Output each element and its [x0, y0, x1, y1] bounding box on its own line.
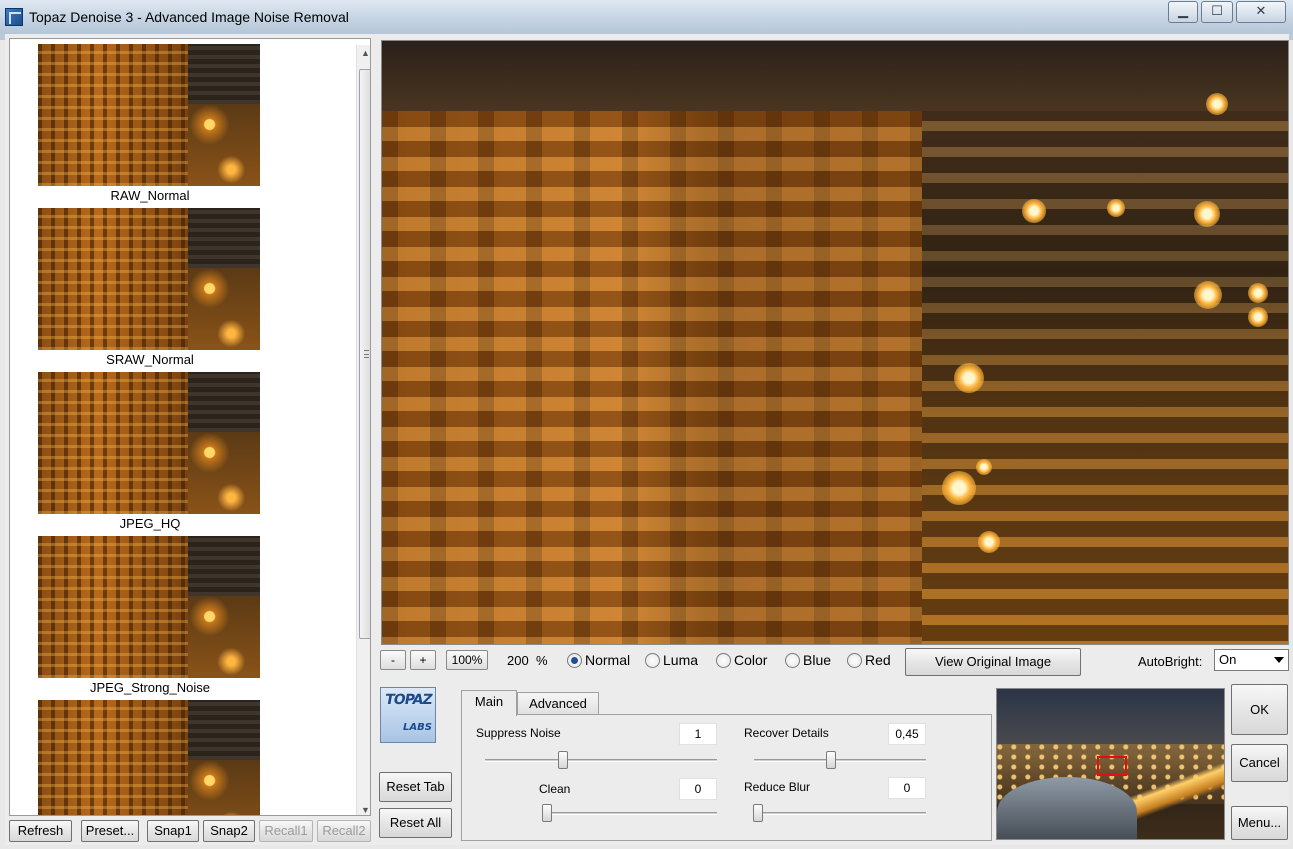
- preset-list: RAW_Normal SRAW_Normal JPEG_HQ JPEG_Stro…: [9, 38, 371, 816]
- zoom-out-button[interactable]: -: [380, 650, 406, 670]
- clean-slider[interactable]: [542, 804, 552, 822]
- logo-top-text: TOPAZ: [383, 692, 433, 708]
- zoom-value: 200: [507, 653, 529, 668]
- navigator-view-rectangle[interactable]: [1097, 756, 1127, 776]
- title-bar: Topaz Denoise 3 - Advanced Image Noise R…: [0, 0, 1293, 34]
- preset-label: JPEG_Strong_Noise: [90, 680, 210, 695]
- zoom-100-button[interactable]: 100%: [446, 650, 488, 670]
- maximize-icon[interactable]: ☐: [1201, 1, 1233, 23]
- preset-thumbnail[interactable]: [38, 372, 260, 514]
- clean-slider-track[interactable]: [542, 812, 717, 815]
- recall2-button[interactable]: Recall2: [317, 820, 371, 842]
- preset-item-sraw-normal[interactable]: SRAW_Normal: [38, 208, 262, 372]
- preset-label: SRAW_Normal: [106, 352, 194, 367]
- preset-label: RAW_Normal: [110, 188, 190, 203]
- preset-thumbnail[interactable]: [38, 208, 260, 350]
- suppress-noise-slider-track[interactable]: [485, 759, 717, 762]
- minimize-icon[interactable]: ▁: [1168, 1, 1198, 23]
- reduce-blur-slider[interactable]: [753, 804, 763, 822]
- zoom-unit: %: [535, 653, 548, 668]
- preset-item-partial[interactable]: [38, 700, 262, 815]
- mode-red-radio[interactable]: Red: [847, 652, 891, 668]
- preset-scrollbar[interactable]: ▲ ▼: [356, 45, 370, 815]
- scrollbar-thumb[interactable]: [359, 69, 370, 639]
- image-preview[interactable]: [381, 40, 1289, 645]
- topaz-labs-logo: TOPAZ LABS: [380, 687, 436, 743]
- snap1-button[interactable]: Snap1: [147, 820, 199, 842]
- suppress-noise-value[interactable]: 1: [679, 723, 717, 745]
- recover-details-label: Recover Details: [744, 726, 829, 740]
- tab-advanced[interactable]: Advanced: [517, 692, 599, 715]
- preset-button[interactable]: Preset...: [81, 820, 139, 842]
- chevron-down-icon: [1274, 657, 1284, 663]
- menu-button[interactable]: Menu...: [1231, 806, 1288, 840]
- refresh-button[interactable]: Refresh: [9, 820, 72, 842]
- navigator-thumbnail[interactable]: [996, 688, 1225, 840]
- recall1-button[interactable]: Recall1: [259, 820, 313, 842]
- close-icon[interactable]: ✕: [1236, 1, 1286, 23]
- app-window: Topaz Denoise 3 - Advanced Image Noise R…: [0, 0, 1293, 849]
- preset-item-jpeg-hq[interactable]: JPEG_HQ: [38, 372, 262, 536]
- client-area: RAW_Normal SRAW_Normal JPEG_HQ JPEG_Stro…: [5, 34, 1289, 845]
- recover-details-slider[interactable]: [826, 751, 836, 769]
- clean-label: Clean: [539, 782, 571, 796]
- mode-normal-radio[interactable]: Normal: [567, 652, 630, 668]
- ok-button[interactable]: OK: [1231, 684, 1288, 735]
- cancel-button[interactable]: Cancel: [1231, 744, 1288, 782]
- mode-luma-radio[interactable]: Luma: [645, 652, 698, 668]
- snap2-button[interactable]: Snap2: [203, 820, 255, 842]
- reset-tab-button[interactable]: Reset Tab: [379, 772, 452, 802]
- app-icon: [5, 8, 23, 26]
- recover-details-slider-track[interactable]: [754, 759, 926, 762]
- preset-item-raw-normal[interactable]: RAW_Normal: [38, 44, 262, 208]
- preset-label: JPEG_HQ: [119, 516, 181, 531]
- preset-thumbnail[interactable]: [38, 700, 260, 815]
- suppress-noise-label: Suppress Noise: [476, 726, 561, 740]
- tab-main[interactable]: Main: [461, 690, 517, 716]
- autobright-value: On: [1219, 652, 1237, 667]
- autobright-label: AutoBright:: [1138, 654, 1203, 669]
- scroll-up-icon[interactable]: ▲: [357, 45, 370, 62]
- reset-all-button[interactable]: Reset All: [379, 808, 452, 838]
- preset-item-jpeg-strong-noise[interactable]: JPEG_Strong_Noise: [38, 536, 262, 700]
- preset-thumbnail[interactable]: [38, 536, 260, 678]
- mode-blue-radio[interactable]: Blue: [785, 652, 831, 668]
- view-original-button[interactable]: View Original Image: [905, 648, 1081, 676]
- reduce-blur-label: Reduce Blur: [744, 780, 811, 794]
- recover-details-value[interactable]: 0,45: [888, 723, 926, 745]
- scroll-down-icon[interactable]: ▼: [357, 802, 370, 815]
- reduce-blur-slider-track[interactable]: [754, 812, 926, 815]
- window-title: Topaz Denoise 3 - Advanced Image Noise R…: [29, 9, 349, 25]
- mode-color-radio[interactable]: Color: [716, 652, 767, 668]
- preset-thumbnail[interactable]: [38, 44, 260, 186]
- logo-bottom-text: LABS: [403, 722, 432, 733]
- clean-value[interactable]: 0: [679, 778, 717, 800]
- zoom-level: 200 %: [507, 653, 548, 668]
- suppress-noise-slider[interactable]: [558, 751, 568, 769]
- autobright-select[interactable]: On: [1214, 649, 1289, 671]
- zoom-in-button[interactable]: +: [410, 650, 436, 670]
- tab-panel-main: Suppress Noise 1 Clean 0 Recover Details…: [461, 714, 992, 841]
- reduce-blur-value[interactable]: 0: [888, 777, 926, 799]
